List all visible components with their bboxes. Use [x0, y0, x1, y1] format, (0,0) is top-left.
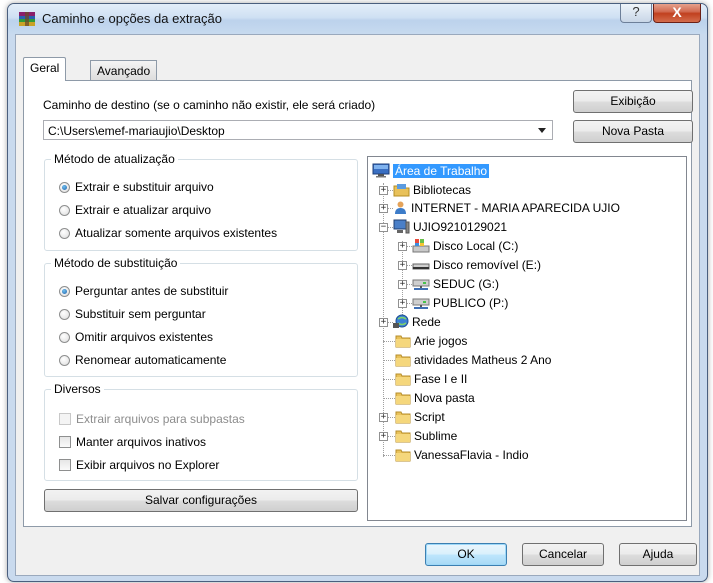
misc-group: Diversos Extrair arquivos para subpastas… — [44, 382, 358, 481]
overwrite-method-group: Método de substituição Perguntar antes d… — [44, 256, 358, 377]
desktop-icon — [372, 163, 390, 178]
tree-line — [383, 398, 395, 399]
checkbox-icon — [59, 413, 71, 425]
ok-button[interactable]: OK — [425, 543, 507, 566]
update-option-extract-update[interactable]: Extrair e atualizar arquivo — [59, 203, 211, 217]
tree-line — [383, 360, 395, 361]
expand-icon[interactable]: + — [379, 318, 388, 327]
folder-icon — [395, 430, 411, 443]
expand-icon[interactable]: + — [379, 432, 388, 441]
expand-icon[interactable]: + — [398, 242, 407, 251]
tree-item-folder[interactable]: Fase I e II — [395, 370, 467, 388]
chevron-down-icon[interactable] — [538, 128, 546, 133]
library-icon — [393, 184, 410, 197]
destination-label: Caminho de destino (se o caminho não exi… — [43, 98, 376, 112]
overwrite-method-title: Método de substituição — [51, 256, 181, 270]
view-button[interactable]: Exibição — [573, 90, 693, 113]
tree-item-disk-e[interactable]: Disco removível (E:) — [412, 256, 541, 274]
misc-option-show-explorer[interactable]: Exibir arquivos no Explorer — [59, 458, 219, 472]
new-folder-button[interactable]: Nova Pasta — [573, 120, 693, 143]
update-method-group: Método de atualização Extrair e substitu… — [44, 152, 358, 251]
radio-icon[interactable] — [59, 228, 70, 239]
tree-line — [383, 341, 395, 342]
folder-icon — [395, 449, 411, 462]
folder-tree[interactable]: Área de Trabalho + Bibliotecas + INTERNE… — [367, 156, 687, 521]
overwrite-option-rename[interactable]: Renomear automaticamente — [59, 353, 226, 367]
network-icon — [393, 314, 409, 328]
expand-icon[interactable]: + — [398, 299, 407, 308]
tree-item-internet-user[interactable]: INTERNET - MARIA APARECIDA UJIO — [393, 199, 620, 217]
update-option-extract-replace[interactable]: Extrair e substituir arquivo — [59, 180, 214, 194]
help-title-button[interactable]: ? — [620, 4, 652, 23]
network-drive-icon — [412, 279, 430, 290]
expand-icon[interactable]: + — [379, 204, 388, 213]
collapse-icon[interactable]: − — [379, 223, 388, 232]
winrar-icon — [19, 12, 35, 26]
tree-item-desktop[interactable]: Área de Trabalho — [372, 162, 490, 180]
folder-icon — [395, 335, 411, 348]
overwrite-option-skip[interactable]: Omitir arquivos existentes — [59, 330, 213, 344]
expand-icon[interactable]: + — [379, 413, 388, 422]
tree-line — [383, 379, 395, 380]
save-settings-button[interactable]: Salvar configurações — [44, 489, 358, 512]
title-bar[interactable]: Caminho e opções da extração ? X — [8, 4, 707, 34]
misc-option-keep-broken[interactable]: Manter arquivos inativos — [59, 435, 206, 449]
tree-item-drive-g[interactable]: SEDUC (G:) — [412, 275, 499, 293]
radio-icon[interactable] — [59, 286, 70, 297]
misc-option-subfolders: Extrair arquivos para subpastas — [59, 412, 245, 426]
cancel-button[interactable]: Cancelar — [522, 543, 604, 566]
update-option-update-existing[interactable]: Atualizar somente arquivos existentes — [59, 226, 277, 240]
misc-title: Diversos — [51, 382, 104, 396]
tree-item-disk-c[interactable]: Disco Local (C:) — [412, 237, 518, 255]
tree-item-folder[interactable]: Nova pasta — [395, 389, 475, 407]
help-button[interactable]: Ajuda — [619, 543, 697, 566]
tree-item-computer[interactable]: UJIO9210129021 — [393, 218, 507, 236]
radio-icon[interactable] — [59, 205, 70, 216]
folder-icon — [395, 392, 411, 405]
tree-item-folder[interactable]: atividades Matheus 2 Ano — [395, 351, 551, 369]
radio-icon[interactable] — [59, 355, 70, 366]
local-disk-icon — [412, 239, 430, 253]
tree-item-bibliotecas[interactable]: Bibliotecas — [393, 181, 471, 199]
radio-icon[interactable] — [59, 182, 70, 193]
tab-avancado[interactable]: Avançado — [90, 60, 158, 81]
tree-item-folder[interactable]: VanessaFlavia - Indio — [395, 446, 529, 464]
overwrite-option-without-prompt[interactable]: Substituir sem perguntar — [59, 307, 206, 321]
window-title: Caminho e opções da extração — [42, 11, 222, 26]
tree-item-folder[interactable]: Sublime — [395, 427, 457, 445]
tab-geral[interactable]: Geral — [23, 57, 67, 81]
user-folder-icon — [395, 201, 406, 214]
radio-icon[interactable] — [59, 332, 70, 343]
tree-item-folder[interactable]: Arie jogos — [395, 332, 467, 350]
removable-disk-icon — [412, 263, 430, 270]
checkbox-icon[interactable] — [59, 436, 71, 448]
close-button[interactable]: X — [653, 4, 701, 23]
destination-path-value: C:\Users\emef-mariaujio\Desktop — [48, 124, 225, 138]
expand-icon[interactable]: + — [398, 261, 407, 270]
overwrite-option-ask[interactable]: Perguntar antes de substituir — [59, 284, 228, 298]
destination-path-combo[interactable]: C:\Users\emef-mariaujio\Desktop — [43, 120, 553, 140]
expand-icon[interactable]: + — [379, 186, 388, 195]
folder-icon — [395, 411, 411, 424]
checkbox-icon[interactable] — [59, 459, 71, 471]
folder-icon — [395, 354, 411, 367]
network-drive-icon — [412, 298, 430, 309]
tree-item-drive-p[interactable]: PUBLICO (P:) — [412, 294, 508, 312]
dialog-window: Caminho e opções da extração ? X Geral A… — [7, 3, 708, 582]
update-method-title: Método de atualização — [51, 152, 178, 166]
folder-icon — [395, 373, 411, 386]
tree-item-folder[interactable]: Script — [395, 408, 445, 426]
expand-icon[interactable]: + — [398, 280, 407, 289]
computer-icon — [393, 219, 410, 234]
radio-icon[interactable] — [59, 309, 70, 320]
tree-line — [383, 455, 395, 456]
tree-item-network[interactable]: Rede — [393, 313, 441, 331]
